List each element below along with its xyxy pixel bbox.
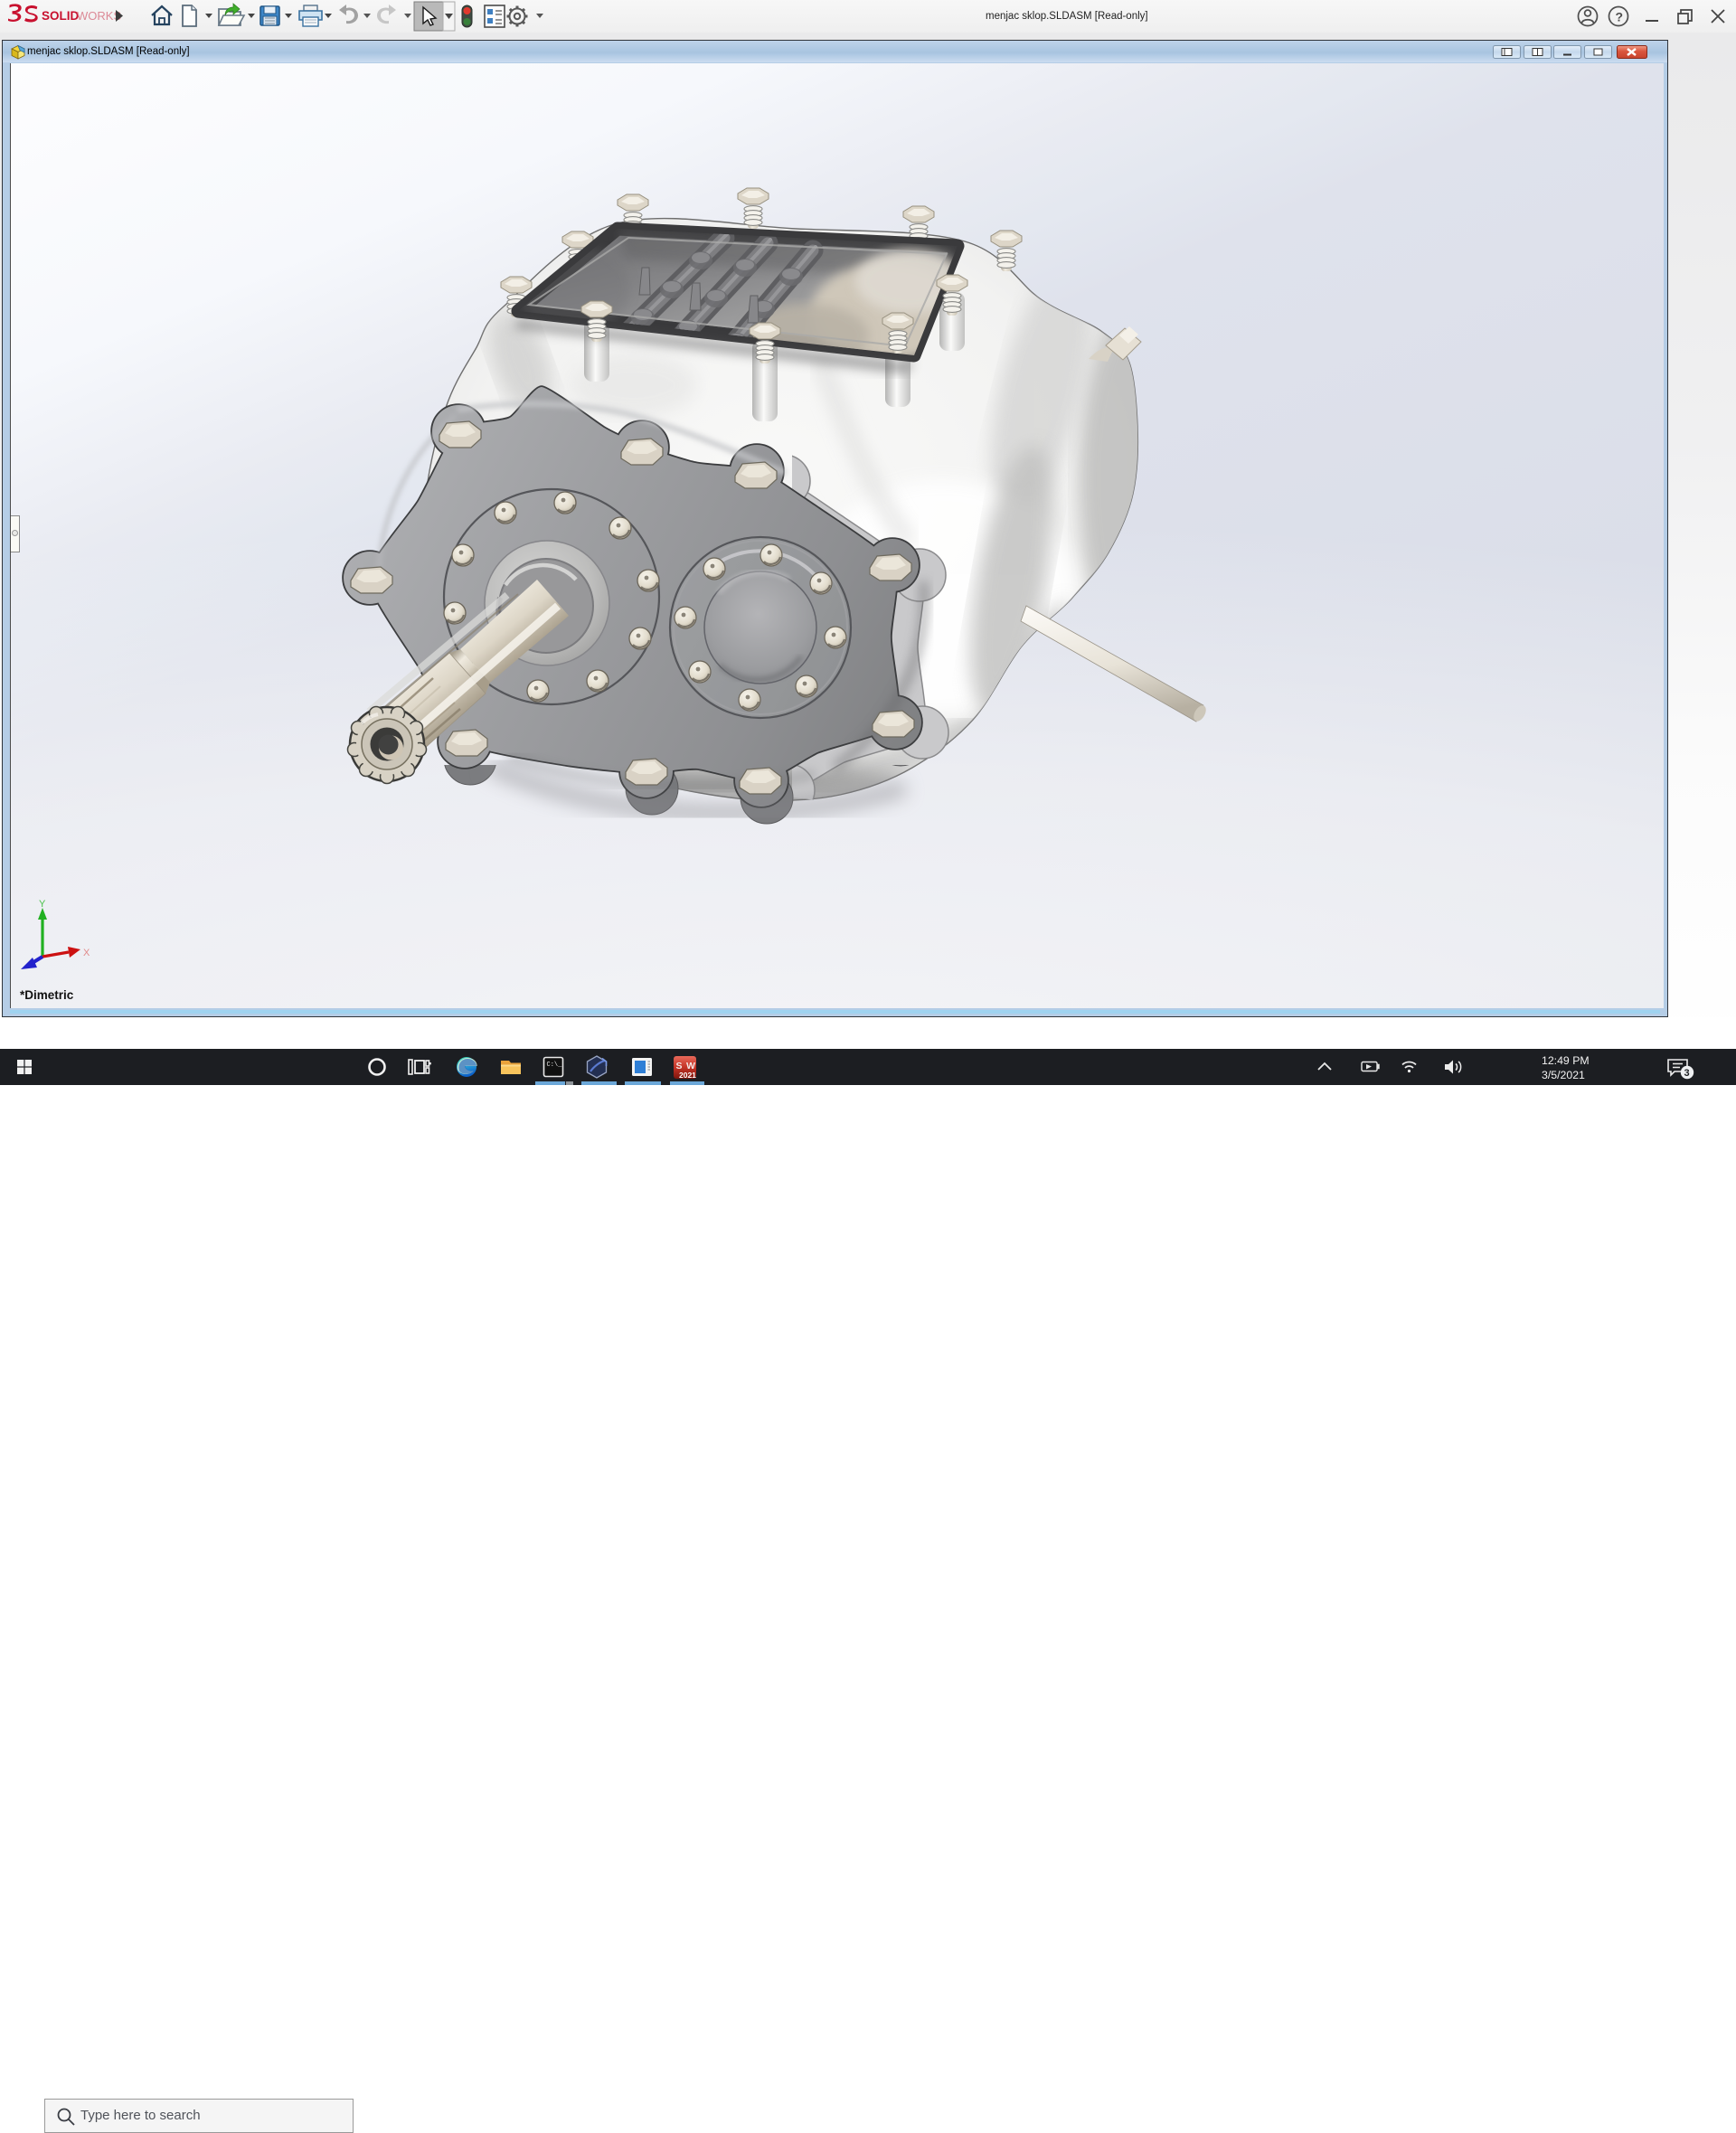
svg-text:C:\_: C:\_ <box>547 1062 563 1069</box>
svg-text:X: X <box>83 948 90 958</box>
svg-text:Y: Y <box>39 900 46 910</box>
svg-text:SOLID: SOLID <box>42 9 80 23</box>
svg-text:2021: 2021 <box>679 1071 696 1080</box>
svg-text:WORKS: WORKS <box>77 9 121 23</box>
svg-text:?: ? <box>1616 10 1624 24</box>
svg-text:3: 3 <box>1684 1068 1690 1079</box>
svg-text:3/5/2021: 3/5/2021 <box>1542 1069 1585 1081</box>
svg-text:12:49 PM: 12:49 PM <box>1542 1054 1590 1067</box>
